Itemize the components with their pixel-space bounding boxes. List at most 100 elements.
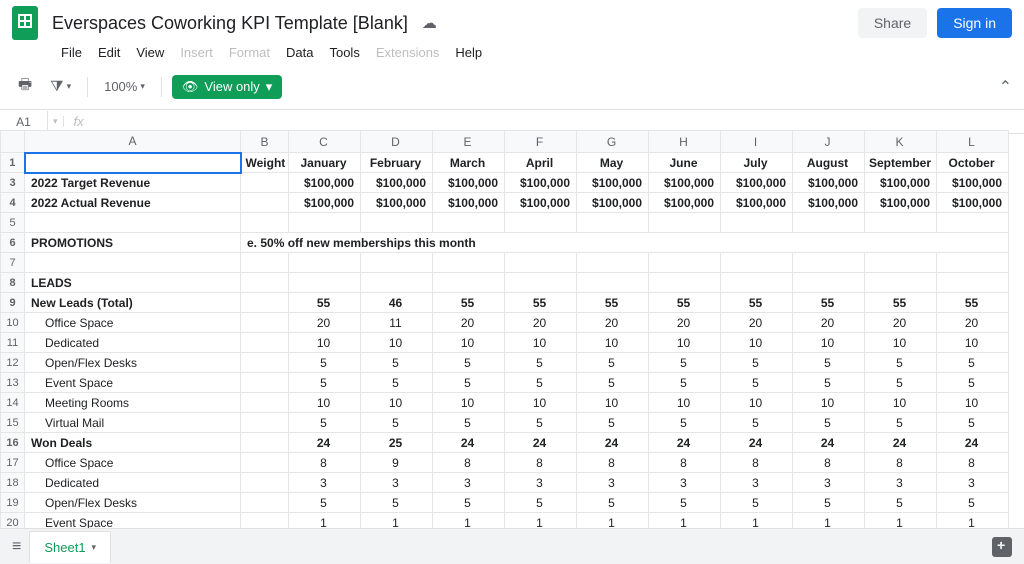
view-only-button[interactable]: 👁 View only ▾ — [172, 75, 282, 99]
cell[interactable] — [241, 273, 289, 293]
cell[interactable]: 3 — [577, 473, 649, 493]
row-header[interactable]: 17 — [1, 453, 25, 473]
cell[interactable]: 10 — [793, 393, 865, 413]
cell[interactable]: 2022 Actual Revenue — [25, 193, 241, 213]
cell[interactable]: October — [937, 153, 1009, 173]
cell[interactable] — [793, 273, 865, 293]
cell[interactable]: $100,000 — [865, 193, 937, 213]
column-header[interactable] — [1, 131, 25, 153]
filter-icon[interactable]: ⧩▾ — [44, 74, 77, 99]
cell[interactable]: April — [505, 153, 577, 173]
cell[interactable]: 24 — [865, 433, 937, 453]
cell[interactable]: 5 — [865, 493, 937, 513]
cell[interactable]: 24 — [937, 433, 1009, 453]
cell[interactable]: Open/Flex Desks — [25, 353, 241, 373]
cell[interactable]: 24 — [577, 433, 649, 453]
cell[interactable]: $100,000 — [433, 193, 505, 213]
cell[interactable] — [241, 513, 289, 529]
cell[interactable]: Weight — [241, 153, 289, 173]
row-header[interactable]: 3 — [1, 173, 25, 193]
name-box-caret-icon[interactable]: ▾ — [48, 116, 64, 127]
cell[interactable]: August — [793, 153, 865, 173]
cell[interactable]: 55 — [793, 293, 865, 313]
cell[interactable]: 1 — [289, 513, 361, 529]
cell[interactable]: 20 — [793, 313, 865, 333]
cell[interactable] — [577, 273, 649, 293]
cell[interactable] — [289, 273, 361, 293]
row-header[interactable]: 12 — [1, 353, 25, 373]
cell[interactable]: $100,000 — [793, 173, 865, 193]
cell[interactable]: 5 — [865, 353, 937, 373]
cell[interactable]: 1 — [361, 513, 433, 529]
cell[interactable] — [793, 253, 865, 273]
row-header[interactable]: 13 — [1, 373, 25, 393]
cell[interactable]: $100,000 — [937, 193, 1009, 213]
row-header[interactable]: 15 — [1, 413, 25, 433]
cell[interactable]: 5 — [721, 353, 793, 373]
cell[interactable]: 5 — [289, 353, 361, 373]
cell[interactable] — [241, 253, 289, 273]
spreadsheet-grid[interactable]: ABCDEFGHIJKL1WeightJanuaryFebruaryMarchA… — [0, 130, 1024, 528]
cell[interactable]: 5 — [289, 413, 361, 433]
row-header[interactable]: 11 — [1, 333, 25, 353]
cell[interactable]: 1 — [865, 513, 937, 529]
sign-in-button[interactable]: Sign in — [937, 8, 1012, 38]
cell[interactable]: Open/Flex Desks — [25, 493, 241, 513]
cell[interactable] — [865, 253, 937, 273]
cell[interactable]: 1 — [721, 513, 793, 529]
cell[interactable]: 8 — [865, 453, 937, 473]
cell[interactable] — [577, 213, 649, 233]
print-icon[interactable]: 🖶 — [12, 70, 38, 103]
cell[interactable]: Meeting Rooms — [25, 393, 241, 413]
cell[interactable]: 3 — [793, 473, 865, 493]
cell[interactable]: 10 — [937, 333, 1009, 353]
cell[interactable]: Virtual Mail — [25, 413, 241, 433]
cell[interactable]: 20 — [433, 313, 505, 333]
cell[interactable]: 1 — [793, 513, 865, 529]
cell[interactable]: March — [433, 153, 505, 173]
cell[interactable]: 5 — [721, 373, 793, 393]
cell[interactable]: 55 — [289, 293, 361, 313]
cell[interactable]: 10 — [937, 393, 1009, 413]
cell[interactable]: 1 — [649, 513, 721, 529]
cell[interactable] — [241, 293, 289, 313]
cell[interactable]: 10 — [721, 393, 793, 413]
cell[interactable]: $100,000 — [865, 173, 937, 193]
cell[interactable]: 5 — [865, 373, 937, 393]
cell[interactable]: $100,000 — [721, 193, 793, 213]
cell[interactable]: 1 — [505, 513, 577, 529]
cell[interactable]: 8 — [433, 453, 505, 473]
cell[interactable]: Office Space — [25, 453, 241, 473]
column-header[interactable]: A — [25, 131, 241, 153]
cell[interactable]: 5 — [577, 493, 649, 513]
cell[interactable] — [289, 253, 361, 273]
cell[interactable]: 20 — [577, 313, 649, 333]
cell[interactable]: 10 — [289, 333, 361, 353]
cell[interactable]: $100,000 — [505, 193, 577, 213]
cell[interactable] — [721, 213, 793, 233]
cell[interactable] — [433, 253, 505, 273]
cell[interactable]: 5 — [433, 373, 505, 393]
cell[interactable]: 24 — [793, 433, 865, 453]
cell[interactable]: 55 — [937, 293, 1009, 313]
cell[interactable] — [433, 213, 505, 233]
cell[interactable]: 5 — [793, 353, 865, 373]
cell[interactable] — [361, 213, 433, 233]
cell[interactable]: 1 — [577, 513, 649, 529]
cell[interactable] — [241, 433, 289, 453]
cell[interactable]: $100,000 — [361, 193, 433, 213]
cell[interactable]: LEADS — [25, 273, 241, 293]
cell[interactable] — [241, 373, 289, 393]
sheet-tab-1[interactable]: Sheet1 ▾ — [29, 531, 111, 563]
cell[interactable]: 5 — [721, 413, 793, 433]
cell[interactable]: 10 — [505, 393, 577, 413]
cell[interactable]: 5 — [649, 493, 721, 513]
column-header[interactable]: C — [289, 131, 361, 153]
cell[interactable]: Won Deals — [25, 433, 241, 453]
cell[interactable]: $100,000 — [649, 193, 721, 213]
cell[interactable]: 8 — [505, 453, 577, 473]
cell[interactable]: 3 — [361, 473, 433, 493]
cell[interactable]: 55 — [721, 293, 793, 313]
cell[interactable]: 5 — [289, 493, 361, 513]
cell[interactable]: 5 — [505, 373, 577, 393]
